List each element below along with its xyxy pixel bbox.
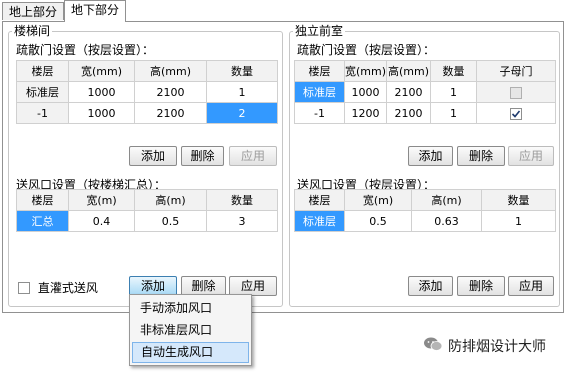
double-door-cell[interactable] [476, 102, 556, 124]
lobby-vent-apply-button[interactable]: 应用 [508, 276, 554, 296]
width-cell[interactable]: 0.4 [68, 210, 135, 232]
stair-vent-add-button[interactable]: 添加 [129, 276, 177, 296]
direct-vent-toggle[interactable]: 直灌式送风 [18, 279, 98, 296]
column-header: 数量 [206, 60, 278, 82]
stair-door-apply-button[interactable]: 应用 [229, 146, 277, 166]
column-header: 宽(mm) [344, 60, 387, 82]
watermark-text: 防排烟设计大师 [448, 339, 546, 355]
count-cell[interactable]: 1 [430, 81, 477, 103]
column-header: 高(mm) [386, 60, 431, 82]
add-vent-dropdown-menu: 手动添加风口 非标准层风口 自动生成风口 [129, 294, 252, 366]
height-cell[interactable]: 0.5 [134, 210, 207, 232]
lobby-vent-add-button[interactable]: 添加 [408, 276, 453, 296]
column-header: 子母门 [476, 60, 556, 82]
double-door-cell[interactable] [476, 81, 556, 103]
width-cell[interactable]: 1000 [68, 102, 135, 124]
wechat-icon [423, 336, 443, 355]
stair-door-table: 楼层 宽(mm) 高(mm) 数量 标准层 1000 2100 1 -1 100… [16, 60, 278, 124]
checkmark-icon [511, 109, 521, 118]
width-cell[interactable]: 1000 [344, 81, 387, 103]
table-row[interactable]: 汇总 0.4 0.5 3 [16, 210, 278, 232]
column-header: 高(m) [411, 189, 482, 211]
height-cell[interactable]: 2100 [134, 102, 207, 124]
count-cell-selected[interactable]: 2 [206, 102, 278, 124]
column-header: 数量 [206, 189, 278, 211]
column-header: 高(m) [134, 189, 207, 211]
double-door-checkbox[interactable] [510, 86, 522, 99]
menu-item-nonstandard-floor[interactable]: 非标准层风口 [132, 320, 249, 341]
table-row[interactable]: -1 1200 2100 1 [294, 102, 556, 124]
table-row[interactable]: 标准层 1000 2100 1 [294, 81, 556, 103]
column-header: 楼层 [16, 189, 69, 211]
width-cell[interactable]: 1200 [344, 102, 387, 124]
column-header: 数量 [430, 60, 477, 82]
stair-door-title: 疏散门设置（按层设置）： [16, 43, 155, 57]
lobby-vent-table: 楼层 宽(m) 高(m) 数量 标准层 0.5 0.63 1 [294, 189, 556, 232]
column-header: 楼层 [16, 60, 69, 82]
floor-cell-selected[interactable]: 汇总 [16, 210, 69, 232]
direct-vent-checkbox[interactable] [18, 281, 30, 294]
lobby-door-add-button[interactable]: 添加 [408, 146, 453, 166]
column-header: 楼层 [294, 189, 345, 211]
lobby-vent-delete-button[interactable]: 删除 [457, 276, 505, 296]
tab-above-ground[interactable]: 地上部分 [2, 2, 64, 20]
menu-item-manual-add[interactable]: 手动添加风口 [132, 298, 249, 319]
table-row[interactable]: 标准层 1000 2100 1 [16, 81, 278, 103]
column-header: 宽(m) [68, 189, 135, 211]
stair-vent-delete-button[interactable]: 删除 [181, 276, 226, 296]
lobby-door-delete-button[interactable]: 删除 [457, 146, 505, 166]
floor-cell[interactable]: 标准层 [16, 81, 69, 103]
tab-below-ground[interactable]: 地下部分 [64, 0, 126, 22]
stair-group-title: 楼梯间 [12, 24, 53, 38]
count-cell[interactable]: 3 [206, 210, 278, 232]
floor-cell-selected[interactable]: 标准层 [294, 81, 345, 103]
stair-vent-apply-button[interactable]: 应用 [229, 276, 277, 296]
width-cell[interactable]: 1000 [68, 81, 135, 103]
floor-cell[interactable]: -1 [16, 102, 69, 124]
height-cell[interactable]: 0.63 [411, 210, 482, 232]
floor-cell[interactable]: -1 [294, 102, 345, 124]
table-row[interactable]: -1 1000 2100 2 [16, 102, 278, 124]
stair-door-delete-button[interactable]: 删除 [181, 146, 224, 166]
height-cell[interactable]: 2100 [134, 81, 207, 103]
width-cell[interactable]: 0.5 [344, 210, 412, 232]
column-header: 宽(mm) [68, 60, 135, 82]
column-header: 宽(m) [344, 189, 412, 211]
column-header: 高(mm) [134, 60, 207, 82]
lobby-group-title: 独立前室 [293, 24, 346, 38]
table-row[interactable]: 标准层 0.5 0.63 1 [294, 210, 556, 232]
menu-item-auto-generate[interactable]: 自动生成风口 [132, 342, 249, 363]
height-cell[interactable]: 2100 [386, 81, 431, 103]
count-cell[interactable]: 1 [481, 210, 556, 232]
lobby-door-apply-button[interactable]: 应用 [508, 146, 554, 166]
stair-vent-table: 楼层 宽(m) 高(m) 数量 汇总 0.4 0.5 3 [16, 189, 278, 232]
double-door-checkbox-checked[interactable] [510, 107, 522, 120]
direct-vent-label: 直灌式送风 [37, 281, 98, 295]
lobby-door-title: 疏散门设置（按层设置）： [297, 43, 436, 57]
stair-door-add-button[interactable]: 添加 [129, 146, 177, 166]
height-cell[interactable]: 2100 [386, 102, 431, 124]
column-header: 数量 [481, 189, 556, 211]
count-cell[interactable]: 1 [430, 102, 477, 124]
floor-cell-selected[interactable]: 标准层 [294, 210, 345, 232]
count-cell[interactable]: 1 [206, 81, 278, 103]
lobby-door-table: 楼层 宽(mm) 高(mm) 数量 子母门 标准层 1000 2100 1 -1… [294, 60, 556, 124]
column-header: 楼层 [294, 60, 345, 82]
